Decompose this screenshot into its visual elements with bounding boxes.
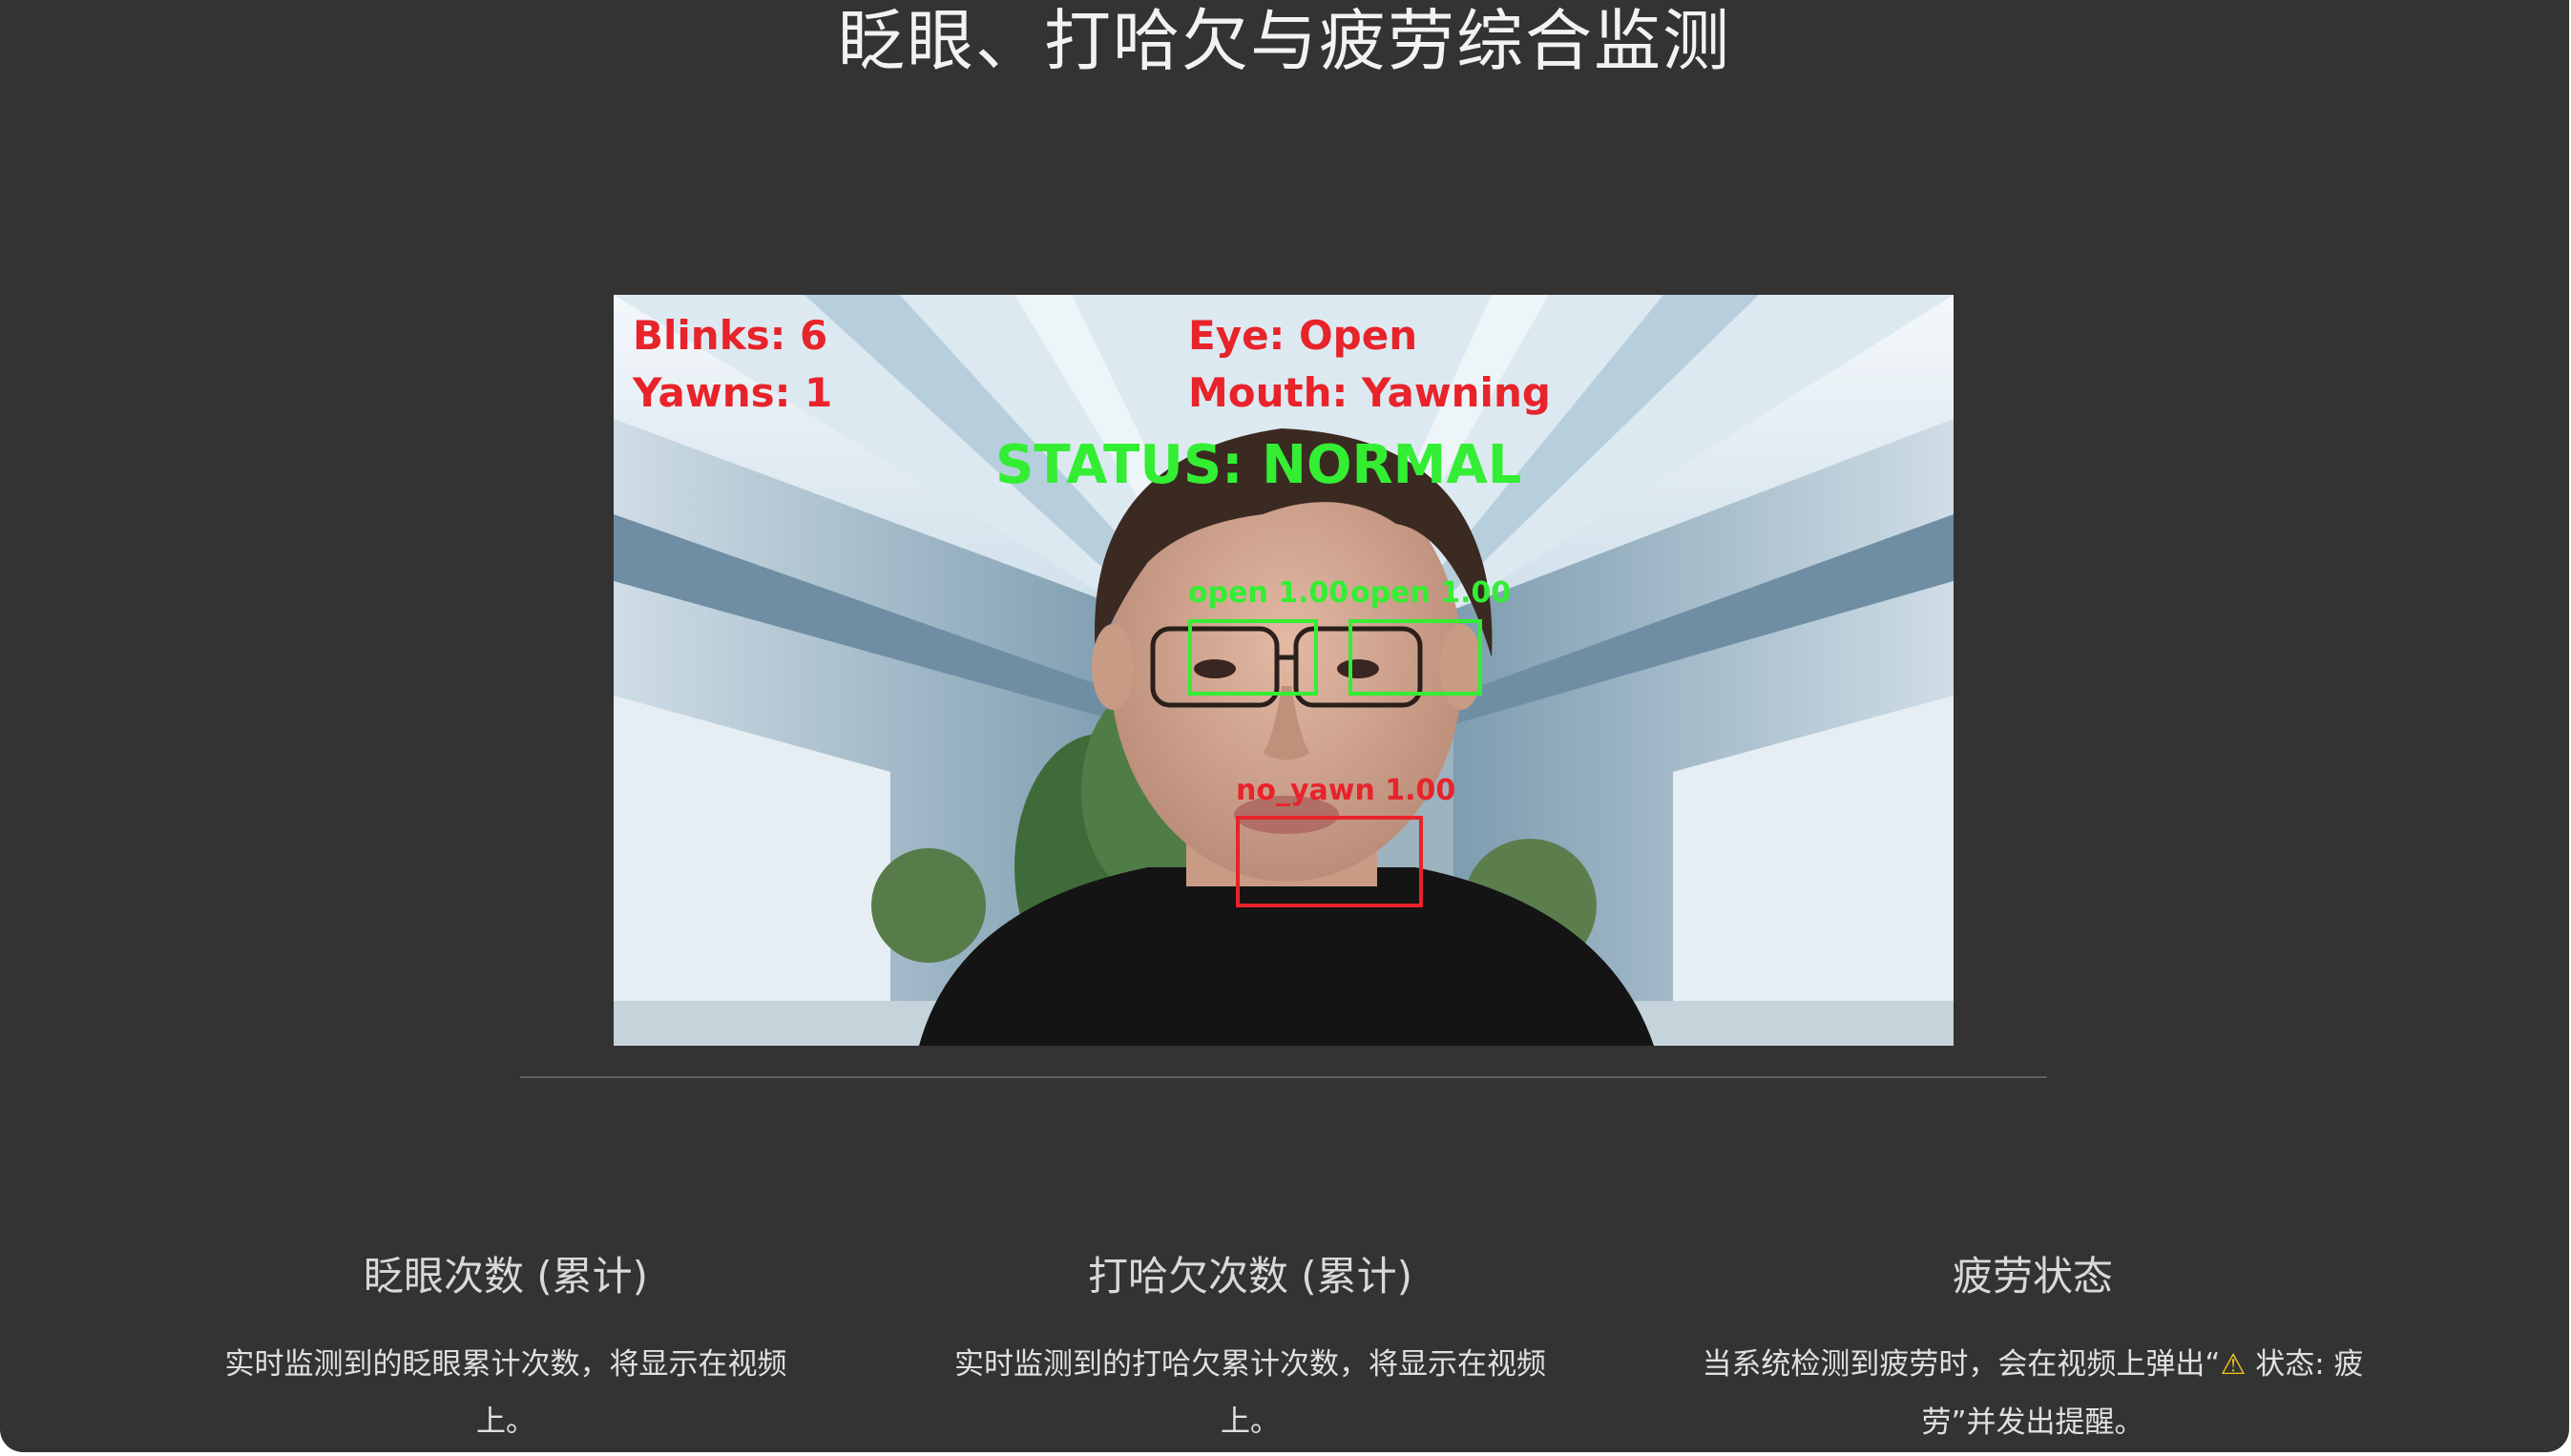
warning-icon: ⚠ <box>2220 1348 2247 1382</box>
blink-count-card: 眨眼次数 (累计) 实时监测到的眨眼累计次数，将显示在视频 上。 <box>191 1250 821 1450</box>
page-title: 眨眼、打哈欠与疲劳综合监测 <box>838 2 1731 80</box>
card-desc-line: 实时监测到的眨眼累计次数，将显示在视频 <box>224 1347 787 1382</box>
eye-state: Eye: Open <box>1188 312 1418 359</box>
mouth-state: Mouth: Yawning <box>1188 369 1551 416</box>
card-desc-line: 实时监测到的打哈欠累计次数，将显示在视频 <box>954 1347 1546 1382</box>
card-desc-text: 当系统检测到疲劳时，会在视频上弹出“ <box>1702 1347 2221 1382</box>
card-desc-line: 上。 <box>1221 1404 1280 1439</box>
mouth-box <box>1236 816 1423 907</box>
card-desc-text: 状态: 疲 <box>2246 1347 2364 1382</box>
left-eye-box <box>1188 619 1318 696</box>
card-title: 打哈欠次数 (累计) <box>1087 1253 1413 1300</box>
mouth-label: no_yawn 1.00 <box>1236 774 1456 807</box>
card-description: 当系统检测到疲劳时，会在视频上弹出“⚠ 状态: 疲 劳”并发出提醒。 <box>1680 1336 2386 1451</box>
right-eye-label: open 1.00 <box>1350 576 1512 610</box>
card-title: 眨眼次数 (累计) <box>363 1253 649 1300</box>
fatigue-status-card: 疲劳状态 当系统检测到疲劳时，会在视频上弹出“⚠ 状态: 疲 劳”并发出提醒。 <box>1680 1250 2386 1451</box>
card-desc-line: 劳”并发出提醒。 <box>1921 1405 2144 1440</box>
card-description: 实时监测到的打哈欠累计次数，将显示在视频 上。 <box>935 1336 1565 1450</box>
fatigue-status: STATUS: NORMAL <box>995 434 1522 496</box>
yawns-counter: Yawns: 1 <box>633 369 833 416</box>
card-desc-line: 当系统检测到疲劳时，会在视频上弹出“⚠ 状态: 疲 <box>1680 1336 2386 1394</box>
right-eye-box <box>1348 619 1482 696</box>
yawn-count-card: 打哈欠次数 (累计) 实时监测到的打哈欠累计次数，将显示在视频 上。 <box>935 1250 1565 1450</box>
card-title: 疲劳状态 <box>1952 1253 2113 1300</box>
blinks-counter: Blinks: 6 <box>633 312 828 359</box>
left-eye-label: open 1.00 <box>1188 576 1349 610</box>
video-feed: Blinks: 6 Yawns: 1 Eye: Open Mouth: Yawn… <box>614 295 1954 1046</box>
card-description: 实时监测到的眨眼累计次数，将显示在视频 上。 <box>191 1336 821 1450</box>
app-window: 眨眼、打哈欠与疲劳综合监测 Blinks: 6 Yawns: 1 Eye: Op… <box>0 0 2569 1452</box>
card-desc-line: 上。 <box>476 1404 535 1439</box>
section-divider <box>520 1076 2047 1078</box>
